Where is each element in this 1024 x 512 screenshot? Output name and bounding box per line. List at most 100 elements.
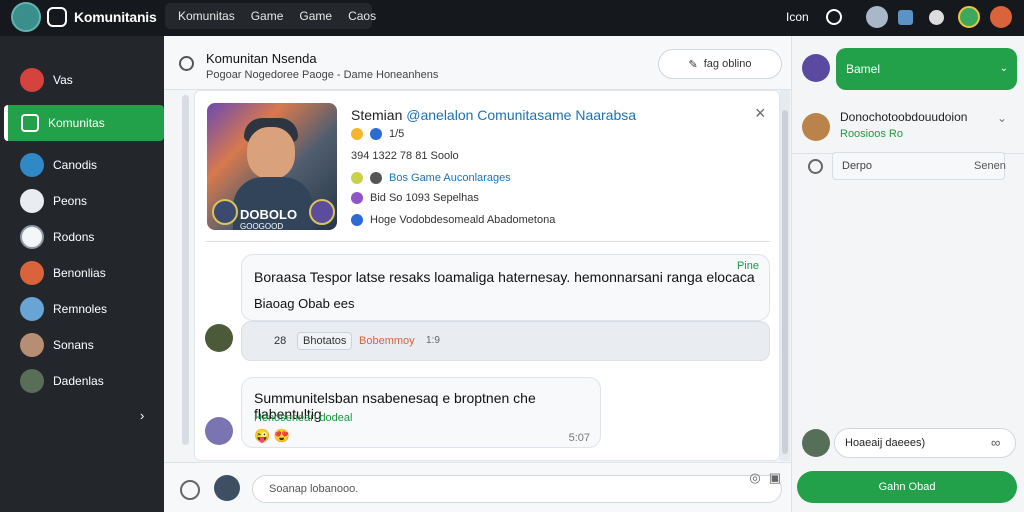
top-tabs: Komunitas Game Game Caos <box>165 3 376 29</box>
sidebar-item-peons[interactable]: Peons <box>4 183 164 219</box>
message-bubble[interactable]: Summunitelsban nsabenesaq e broptnen che… <box>241 377 601 448</box>
panel-chevron-icon[interactable]: ⌄ <box>997 111 1007 125</box>
composer-tools: ◎ ▣ <box>749 470 781 486</box>
game-art[interactable]: DOBOLO GOOGOOD <box>205 101 339 232</box>
fox-icon <box>20 261 44 285</box>
panel-user-tag: Roosioos Ro <box>840 128 903 140</box>
panel-search-hint: Senen <box>974 160 1006 172</box>
sticker-icon <box>351 128 363 140</box>
shield-badge-icon <box>309 199 335 225</box>
message-bubble[interactable]: Boraasa Tespor latse resaks loamaliga ha… <box>241 254 770 321</box>
game-card: DOBOLO GOOGOOD Stemian @anelalon Comunit… <box>194 90 780 461</box>
chevron-down-icon: ⌄ <box>999 63 1008 74</box>
tab-game[interactable]: Game <box>251 9 284 23</box>
message-meta: Pine <box>736 260 759 272</box>
badge-icon <box>351 172 363 184</box>
game-sticker-row: 1/5 <box>351 128 404 140</box>
card-scrollbar[interactable] <box>780 90 790 461</box>
chat-subtitle: Pogoar Nogedoree Paoge - Dame Honeanhens <box>206 69 439 81</box>
sidebar-item-vas[interactable]: Vas <box>4 62 164 98</box>
game-character-face <box>247 127 295 179</box>
moon-icon <box>20 189 44 213</box>
message-text: Boraasa Tespor latse resaks loamaliga ha… <box>254 269 755 285</box>
game-stats-row: 394 1322 78 81 Soolo <box>351 150 459 162</box>
panel-search-icon[interactable] <box>808 159 823 174</box>
shield-icon <box>20 225 44 249</box>
image-icon[interactable] <box>898 10 913 25</box>
tab-caos[interactable]: Caos <box>348 9 376 23</box>
game-lock-row: Bid So 1093 Sepelhas <box>351 192 479 204</box>
mushroom-icon <box>20 68 44 92</box>
tab-game-second[interactable]: Game <box>299 9 332 23</box>
rank-badge-icon <box>212 199 238 225</box>
message-input[interactable]: Soanap lobanooo. <box>252 475 782 503</box>
search-icon[interactable] <box>826 9 842 25</box>
composer: Soanap lobanooo. ◎ ▣ <box>164 462 791 512</box>
home-icon <box>21 114 39 132</box>
lock-icon <box>370 172 382 184</box>
close-icon[interactable]: × <box>755 103 766 124</box>
top-bar: Komunitanis Komunitas Game Game Caos Ico… <box>0 0 1024 36</box>
message-secondary-text: Biaoag Obab ees <box>254 296 355 311</box>
game-title: Stemian @anelalon Comunitasame Naarabsa <box>351 107 637 123</box>
composer-avatar[interactable] <box>214 475 240 501</box>
message-time: 5:07 <box>568 432 590 444</box>
gallery-icon[interactable]: ▣ <box>769 470 781 486</box>
blue-dot-icon <box>370 128 382 140</box>
message-emoji: 😜 😍 <box>254 428 290 443</box>
sidebar-item-sonans[interactable]: Sonans <box>4 327 164 363</box>
sidebar-more-icon[interactable]: › <box>140 408 144 423</box>
emoji-icon[interactable]: ◎ <box>749 470 760 486</box>
message-meta: Henosenean dodeal <box>254 412 353 424</box>
right-panel: Bamel ⌄ Donochotoobdouudoion Roosioos Ro … <box>791 36 1024 512</box>
user-avatar[interactable] <box>990 6 1012 28</box>
game-controller-icon[interactable] <box>958 6 980 28</box>
panel-bottom-input[interactable]: Hoaeaij daeees) <box>834 428 1016 458</box>
sidebar-item-canodis[interactable]: Canodis <box>4 147 164 183</box>
sidebar-item-komunitas[interactable]: Komunitas <box>4 105 164 141</box>
chat-title: Komunitan Nsenda <box>206 51 317 66</box>
panel-user-avatar[interactable] <box>802 113 830 141</box>
panel-chip-button[interactable]: Bamel ⌄ <box>836 48 1017 90</box>
pencil-icon: ✎ <box>688 58 698 71</box>
sidebar-item-benonlias[interactable]: Benonlias <box>4 255 164 291</box>
sidebar-item-remnoles[interactable]: Remnoles <box>4 291 164 327</box>
card-scroll-thumb[interactable] <box>782 110 788 454</box>
person-icon <box>20 333 44 357</box>
reaction-bar: 28 Bhotatos Bobemmoy 1:9 <box>241 321 770 361</box>
game-art-sublabel: GOOGOOD <box>240 222 284 231</box>
settings-icon[interactable] <box>179 56 194 71</box>
message-author-avatar[interactable] <box>205 324 233 352</box>
panel-avatar[interactable] <box>802 54 830 82</box>
main-scrollbar[interactable] <box>182 95 189 445</box>
message-author-avatar[interactable] <box>205 417 233 445</box>
app-avatar[interactable] <box>11 2 41 32</box>
reaction-count: 28 <box>274 335 287 347</box>
lock-icon <box>351 192 363 204</box>
header-action-button[interactable]: ✎ fag oblino <box>658 49 782 79</box>
bottom-user-avatar[interactable] <box>802 429 830 457</box>
panel-user-title: Donochotoobdouudoion <box>840 110 968 124</box>
profile-avatar[interactable] <box>866 6 888 28</box>
sidebar-item-rodons[interactable]: Rodons <box>4 219 164 255</box>
tab-komunitas[interactable]: Komunitas <box>178 9 235 23</box>
sidebar: Vas Komunitas Canodis Peons Rodons Benon… <box>0 36 164 512</box>
panel-primary-button[interactable]: Gahn Obad <box>797 471 1017 503</box>
top-label: Icon <box>786 10 809 24</box>
paw-icon[interactable] <box>929 10 944 25</box>
game-info-row: Hoge Vodobdesomeald Abadometona <box>351 214 555 226</box>
game-art-label: DOBOLO <box>240 207 298 222</box>
info-icon <box>351 214 363 226</box>
reaction-time: 1:9 <box>426 335 440 346</box>
panel-link-icon[interactable]: ∞ <box>991 435 1000 450</box>
reaction-tag[interactable]: Bhotatos <box>297 332 353 350</box>
reaction-warning: Bobemmoy <box>359 335 415 347</box>
app-logo-icon <box>47 7 67 27</box>
app-title: Komunitanis <box>74 9 157 25</box>
attach-icon[interactable] <box>180 480 200 500</box>
card-divider <box>205 241 771 242</box>
person-icon <box>20 369 44 393</box>
chat-icon <box>20 153 44 177</box>
game-badge-row: Bos Game Auconlarages <box>351 172 511 184</box>
sidebar-item-dadenlas[interactable]: Dadenlas <box>4 363 164 399</box>
